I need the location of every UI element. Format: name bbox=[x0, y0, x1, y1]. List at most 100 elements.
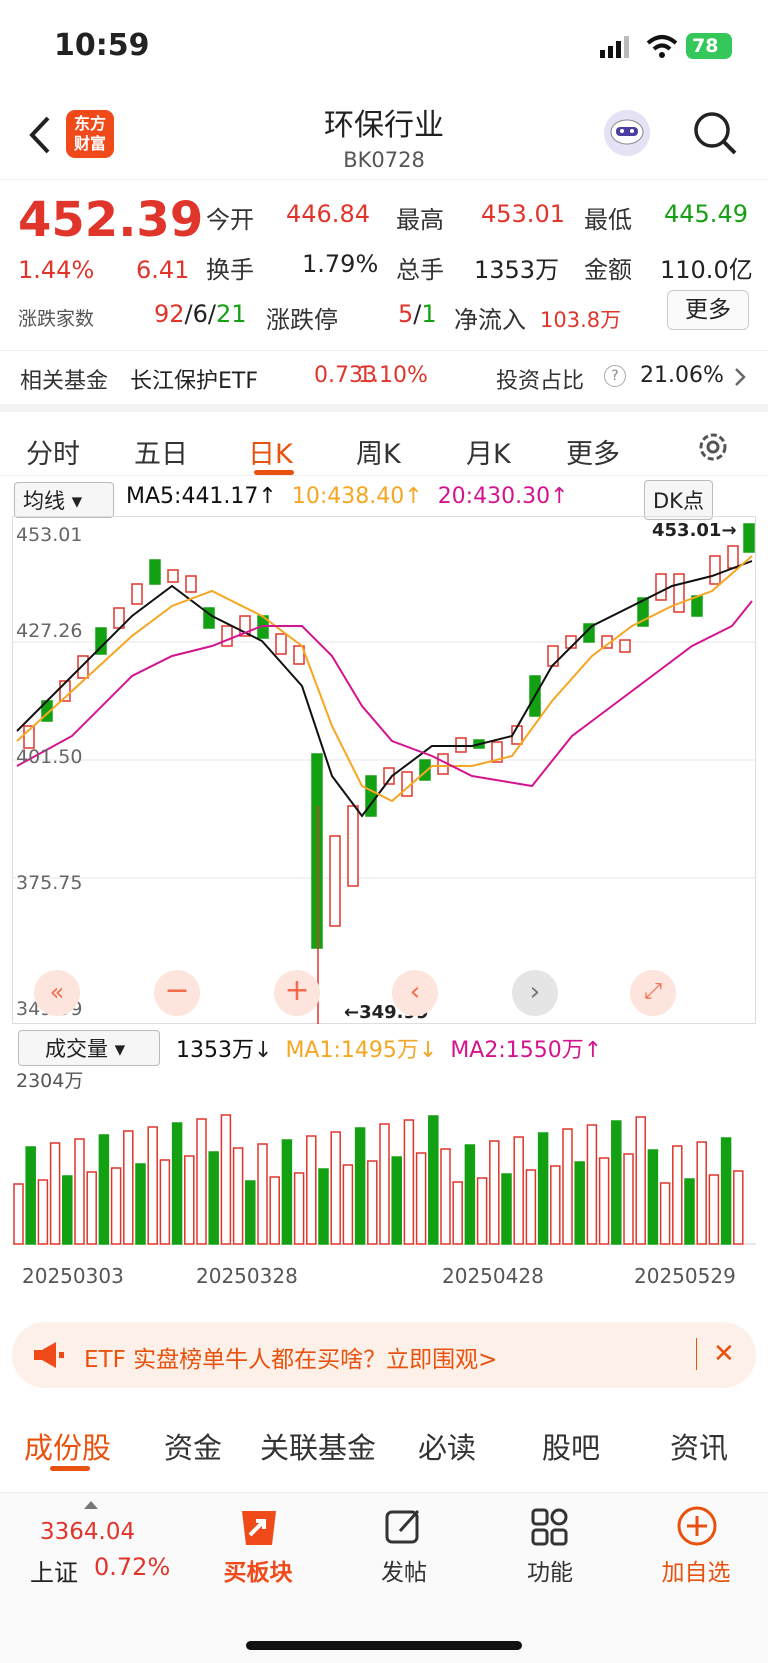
help-icon[interactable]: ? bbox=[604, 365, 626, 387]
robot-assistant-icon[interactable] bbox=[604, 110, 650, 156]
tab-five-day[interactable]: 五日 bbox=[134, 432, 188, 471]
chevron-right-icon bbox=[734, 367, 746, 391]
volume-bar bbox=[37, 1179, 49, 1245]
tab-related-funds[interactable]: 关联基金 bbox=[260, 1425, 376, 1467]
zoom-in-button[interactable]: + bbox=[274, 970, 320, 1016]
home-indicator bbox=[246, 1641, 522, 1650]
candle bbox=[149, 559, 161, 585]
candle bbox=[673, 573, 685, 613]
volume-bar bbox=[269, 1176, 280, 1245]
volume-bar bbox=[159, 1159, 171, 1245]
candle bbox=[167, 569, 179, 583]
tab-monthly-k[interactable]: 月K bbox=[466, 432, 511, 471]
volume-bar bbox=[452, 1181, 463, 1245]
signal-icon bbox=[600, 36, 636, 62]
volume-bar bbox=[123, 1130, 134, 1245]
kline-chart[interactable] bbox=[12, 516, 756, 1024]
volume-bar bbox=[684, 1178, 695, 1245]
volume-bar bbox=[403, 1119, 415, 1245]
gear-icon[interactable] bbox=[696, 430, 730, 468]
fund-row[interactable]: 相关基金 长江保护ETF 0.733 1.10% 投资占比 ? 21.06% bbox=[0, 350, 768, 402]
scroll-left-fast-button[interactable]: « bbox=[34, 970, 80, 1016]
zoom-out-button[interactable]: − bbox=[154, 970, 200, 1016]
high-marker: 453.01→ bbox=[652, 520, 737, 541]
low-value: 445.49 bbox=[664, 200, 748, 228]
search-icon[interactable] bbox=[692, 110, 738, 160]
step-left-button[interactable]: ‹ bbox=[392, 970, 438, 1016]
board-code: BK0728 bbox=[343, 148, 425, 172]
ma-select[interactable]: 均线 ▾ bbox=[14, 482, 114, 518]
volume-bar bbox=[208, 1151, 219, 1245]
tab-weekly-k[interactable]: 周K bbox=[356, 432, 401, 471]
y-label-2: 427.26 bbox=[16, 620, 83, 642]
amount-value: 110.0亿 bbox=[660, 256, 753, 284]
candle bbox=[185, 575, 197, 593]
tab-news[interactable]: 资讯 bbox=[670, 1425, 728, 1467]
functions-icon[interactable] bbox=[530, 1507, 570, 1551]
volume-bar bbox=[110, 1167, 122, 1245]
tab-daily-k[interactable]: 日K bbox=[248, 432, 293, 471]
volume-value: 1353万 bbox=[474, 256, 560, 284]
fullscreen-button[interactable]: ⤢ bbox=[630, 970, 676, 1016]
buy-sector-icon[interactable] bbox=[236, 1505, 282, 1553]
tab-capital[interactable]: 资金 bbox=[164, 1425, 222, 1467]
candle bbox=[131, 583, 143, 605]
volume-bar bbox=[330, 1131, 341, 1245]
tab-constituents[interactable]: 成份股 bbox=[24, 1425, 111, 1467]
date-label-2: 20250328 bbox=[196, 1264, 298, 1288]
volume-bar bbox=[537, 1132, 549, 1245]
net-flow-value: 103.8万 bbox=[540, 308, 622, 332]
y-label-top: 453.01 bbox=[16, 524, 83, 546]
tab-forum[interactable]: 股吧 bbox=[542, 1425, 600, 1467]
volume-bar bbox=[135, 1163, 146, 1245]
high-label: 最高 bbox=[396, 206, 444, 234]
more-button[interactable]: 更多 bbox=[667, 290, 749, 330]
volume-chart[interactable] bbox=[12, 1064, 756, 1254]
volume-bar bbox=[708, 1174, 720, 1245]
volume-bar bbox=[489, 1140, 500, 1245]
add-watchlist-label[interactable]: 加自选 bbox=[636, 1553, 756, 1587]
dk-point-button[interactable]: DK点 bbox=[644, 480, 713, 520]
volume-bar bbox=[13, 1183, 24, 1245]
limit-label: 涨跌停 bbox=[266, 306, 338, 334]
ma10-line bbox=[16, 555, 753, 803]
candle bbox=[709, 555, 721, 585]
tab-intraday[interactable]: 分时 bbox=[26, 432, 80, 471]
close-icon[interactable]: ✕ bbox=[696, 1338, 735, 1370]
candle bbox=[77, 655, 89, 679]
volume-bar bbox=[550, 1165, 561, 1245]
ma20-value: 20:430.30 bbox=[437, 484, 551, 509]
post-icon[interactable] bbox=[384, 1507, 424, 1551]
amount-label: 金额 bbox=[584, 256, 632, 284]
high-value: 453.01 bbox=[481, 200, 565, 228]
change-value: 6.41 bbox=[136, 256, 190, 284]
volume-bar bbox=[647, 1149, 659, 1245]
post-label[interactable]: 发帖 bbox=[344, 1553, 464, 1587]
net-flow-label: 净流入 bbox=[454, 306, 526, 334]
volume-bar bbox=[696, 1141, 707, 1245]
volume-bar bbox=[672, 1145, 683, 1245]
index-value[interactable]: 3364.04 bbox=[40, 1519, 135, 1545]
volume-select[interactable]: 成交量 ▾ bbox=[18, 1030, 160, 1066]
volume-bar bbox=[306, 1135, 317, 1245]
volume-bar bbox=[74, 1138, 85, 1245]
volume-bar bbox=[611, 1120, 622, 1245]
caret-up-icon bbox=[84, 1501, 98, 1509]
breadth-label: 涨跌家数 bbox=[18, 308, 95, 330]
tab-more[interactable]: 更多 bbox=[566, 432, 620, 471]
volume-bar bbox=[293, 1172, 305, 1245]
bottom-bar: 3364.04 上证 0.72% 买板块 发帖 功能 加自选 bbox=[0, 1492, 768, 1663]
etf-banner[interactable]: ETF 实盘榜单牛人都在买啥？立即围观> ✕ bbox=[12, 1322, 756, 1388]
tab-must-read[interactable]: 必读 bbox=[418, 1425, 476, 1467]
date-label-4: 20250529 bbox=[634, 1264, 736, 1288]
turnover-label: 换手 bbox=[206, 256, 254, 284]
add-watchlist-icon[interactable] bbox=[676, 1505, 718, 1551]
ratio-value: 21.06% bbox=[640, 363, 724, 388]
buy-sector-label[interactable]: 买板块 bbox=[198, 1553, 318, 1587]
banner-text: ETF 实盘榜单牛人都在买啥？立即围观> bbox=[84, 1347, 498, 1373]
step-right-button[interactable]: › bbox=[512, 970, 558, 1016]
wifi-icon bbox=[646, 34, 678, 62]
ma20-line bbox=[16, 600, 753, 788]
functions-label[interactable]: 功能 bbox=[490, 1553, 610, 1587]
volume-bar bbox=[501, 1173, 512, 1245]
